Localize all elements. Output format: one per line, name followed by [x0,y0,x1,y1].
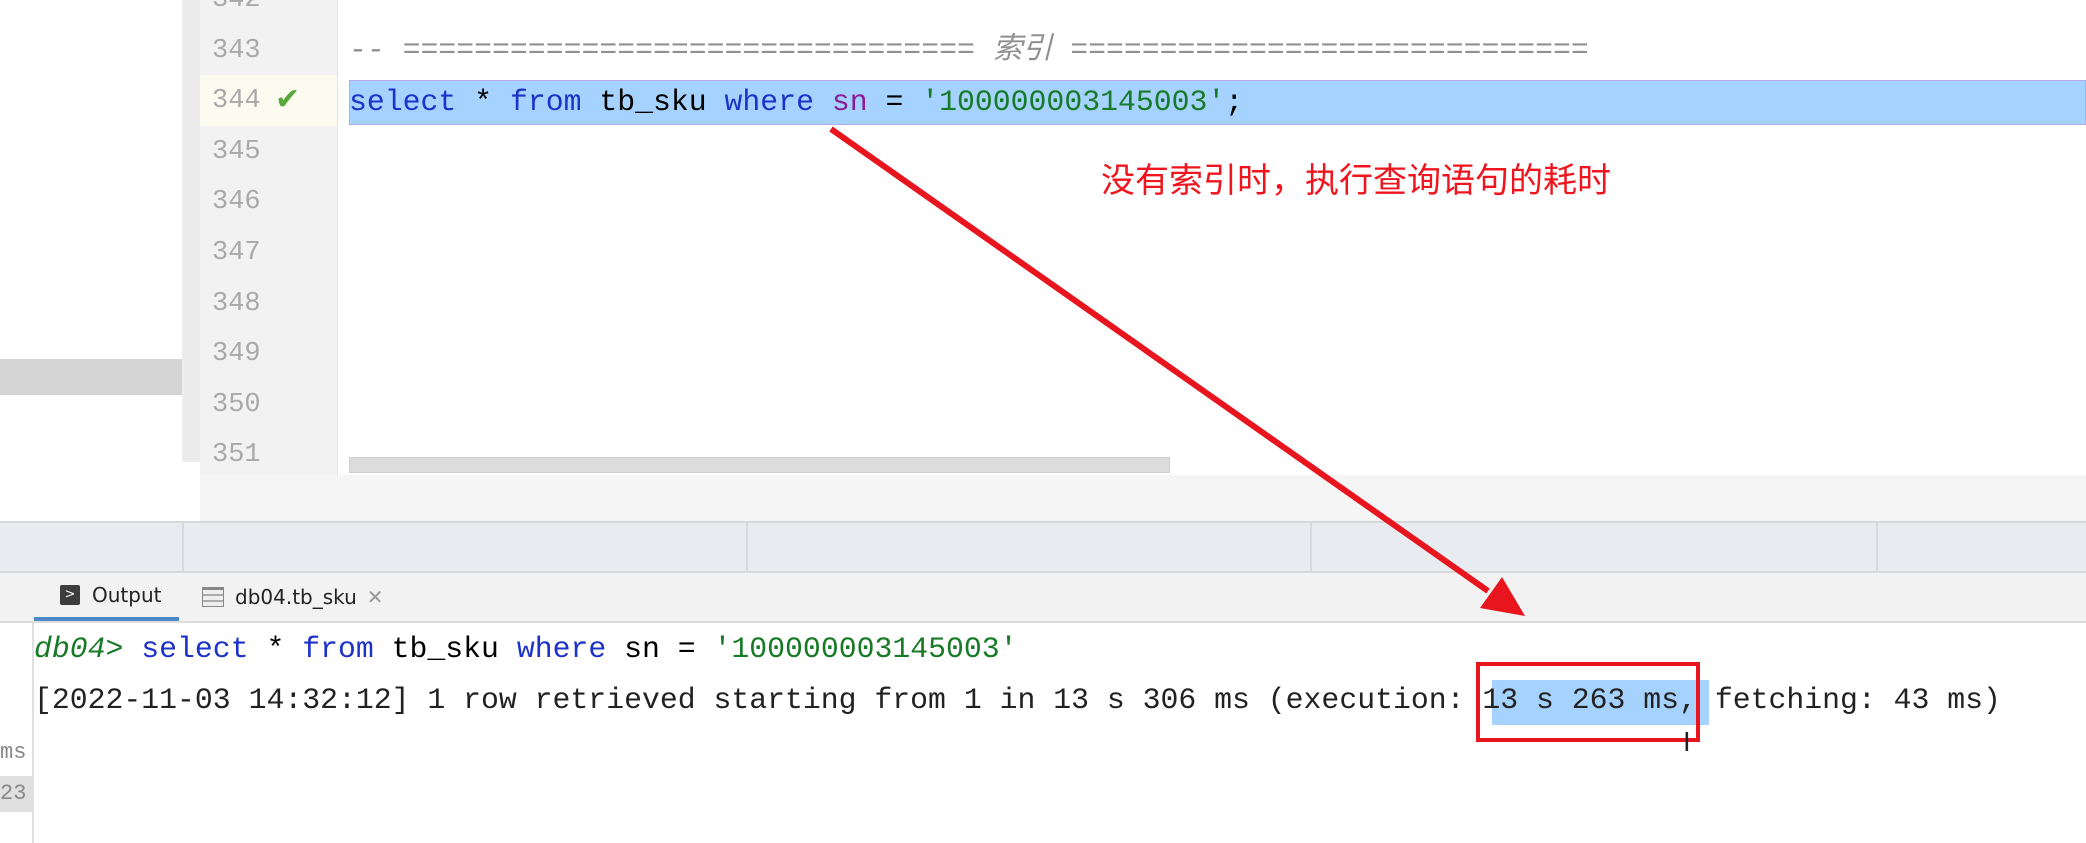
arrow-head [1480,577,1525,616]
annotation-arrow [829,126,1525,616]
arrow-shaft [829,126,1490,594]
